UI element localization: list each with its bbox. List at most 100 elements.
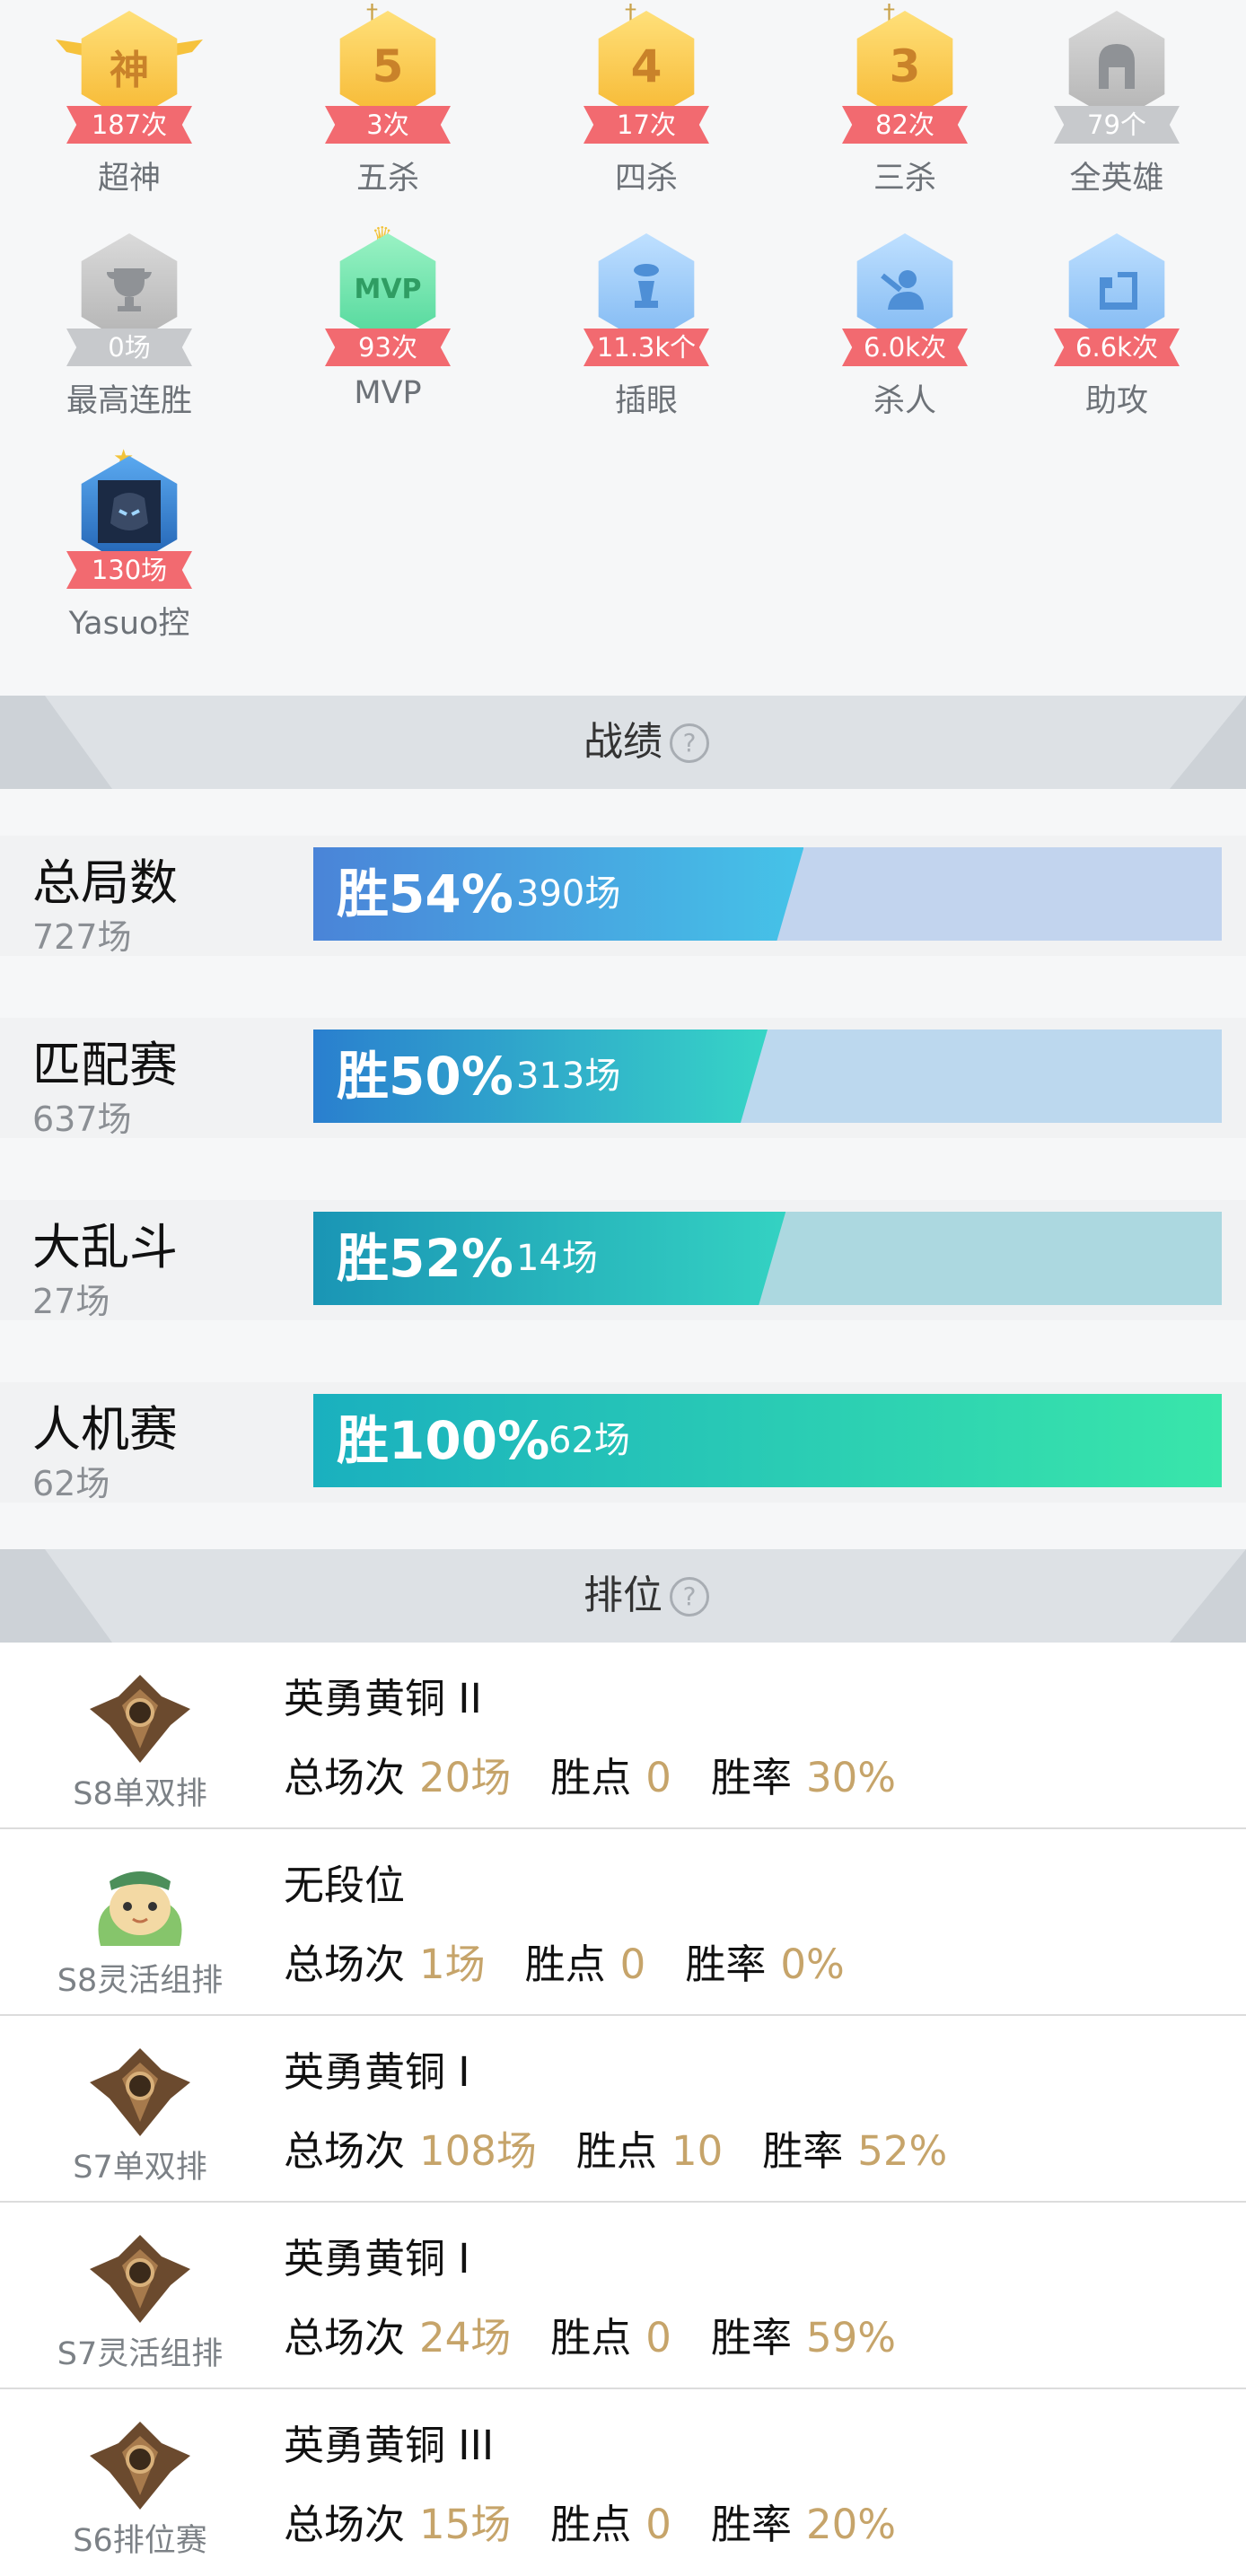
win-rate-value: 52%: [857, 2127, 948, 2175]
question-circle-icon[interactable]: ?: [670, 1577, 709, 1617]
badge-count: 187次: [66, 106, 192, 144]
queue-name: S8灵活组排: [57, 1963, 224, 1999]
badge-assists[interactable]: 6.6k次 助攻: [987, 223, 1246, 429]
total-games-value: 15场: [419, 2501, 512, 2548]
bronze-emblem-icon: [90, 2048, 190, 2136]
rank-item[interactable]: S7灵活组排 英勇黄铜 I 总场次 24场 胜点 0 胜率 59%: [0, 2203, 1246, 2389]
league-points-label: 胜点: [575, 2127, 657, 2175]
win-rate-value: 20%: [805, 2501, 896, 2548]
badge-count: 93次: [325, 329, 451, 366]
rank-tier: 无段位: [284, 1862, 406, 1909]
badge-label: MVP: [354, 375, 422, 411]
stat-name: 大乱斗: [32, 1219, 178, 1275]
badge-all-heroes[interactable]: 79个 全英雄: [987, 0, 1246, 206]
question-circle-icon[interactable]: ?: [670, 723, 709, 763]
stat-row-normal[interactable]: 匹配赛 637场 胜50% 313场: [0, 1018, 1246, 1139]
stat-games: 727场: [32, 917, 132, 957]
badge-penta-kill[interactable]: † 5 3次 五杀: [259, 0, 517, 206]
trophy-icon: [107, 268, 152, 311]
rank-stats-line: 总场次 24场 胜点 0 胜率 59%: [284, 2305, 935, 2363]
bronze-emblem-icon: [90, 1675, 190, 1763]
total-games-value: 24场: [419, 2314, 512, 2361]
badge-quadra-kill[interactable]: † 4 17次 四杀: [517, 0, 776, 206]
total-games-value: 1场: [419, 1941, 486, 1988]
stat-games: 637场: [32, 1100, 132, 1139]
stat-row-total[interactable]: 总局数 727场 胜54% 390场: [0, 836, 1246, 957]
badge-count: 11.3k个: [584, 329, 709, 366]
rank-stats-line: 总场次 20场 胜点 0 胜率 30%: [284, 1745, 935, 1803]
total-games-value: 108场: [419, 2127, 537, 2175]
win-count-text: 313场: [516, 1056, 621, 1097]
rank-tier: 英勇黄铜 II: [284, 1675, 482, 1722]
badge-count: 3次: [325, 106, 451, 144]
win-rate-value: 59%: [805, 2314, 896, 2361]
rank-list: S8单双排 英勇黄铜 II 总场次 20场 胜点 0 胜率 30% S8灵活组排 无段位 …: [0, 1643, 1246, 2576]
win-count-text: 62场: [548, 1420, 630, 1461]
win-rate-text: 胜50%: [337, 1046, 513, 1107]
triple-kill-badge-icon: 3: [856, 11, 953, 122]
stat-games: 27场: [32, 1282, 110, 1321]
badge-count: 17次: [584, 106, 709, 144]
rank-section-header: 排位 ?: [0, 1549, 1246, 1643]
badge-glyph: 5: [372, 40, 404, 92]
win-rate-value: 30%: [805, 1754, 896, 1801]
unranked-poro-icon: [98, 1871, 182, 1946]
total-games-label: 总场次: [284, 2501, 406, 2548]
total-games-label: 总场次: [284, 1941, 406, 1988]
badge-label: 全英雄: [1069, 161, 1164, 197]
queue-name: S6排位赛: [73, 2523, 207, 2559]
hero-portrait-badge-icon: [81, 456, 178, 567]
win-rate-value: 0%: [780, 1941, 845, 1988]
rank-stats-line: 总场次 108场 胜点 10 胜率 52%: [284, 2118, 987, 2177]
ward-icon: [634, 264, 659, 308]
queue-name: S8单双排: [73, 1776, 207, 1812]
section-title: 排位: [584, 1573, 662, 1618]
penta-kill-badge-icon: 5: [339, 11, 436, 122]
badge-wards[interactable]: 11.3k个 插眼: [517, 223, 776, 429]
achievement-badges: 神 187次 超神 † 5 3次 五杀 † 4 17次 四杀 † 3 82次 三…: [0, 0, 1246, 696]
badge-count: 82次: [842, 106, 968, 144]
badge-win-streak[interactable]: 0场 最高连胜: [0, 223, 259, 429]
stat-name: 匹配赛: [32, 1037, 178, 1093]
badge-glyph: 神: [110, 48, 149, 93]
stat-row-bots[interactable]: 人机赛 62场 胜100% 62场: [0, 1382, 1246, 1503]
league-points-value: 0: [645, 2314, 671, 2361]
win-rate-bar: 胜100% 62场: [313, 1394, 1222, 1487]
queue-name: S7单双排: [73, 2150, 207, 2186]
kill-badge-icon: [856, 233, 953, 345]
badge-mvp[interactable]: ♛ MVP 93次 MVP: [259, 223, 517, 429]
win-rate-bar: 胜52% 14场: [313, 1212, 1222, 1305]
total-games-label: 总场次: [284, 1754, 406, 1801]
assist-badge-icon: [1068, 233, 1165, 345]
rank-item[interactable]: S7单双排 英勇黄铜 I 总场次 108场 胜点 10 胜率 52%: [0, 2016, 1246, 2203]
league-points-label: 胜点: [550, 2501, 632, 2548]
badge-label: 超神: [97, 161, 161, 197]
rank-tier: 英勇黄铜 I: [284, 2235, 470, 2282]
badge-glyph: 4: [630, 40, 662, 92]
total-games-label: 总场次: [284, 2127, 406, 2175]
badge-count: 6.6k次: [1054, 329, 1180, 366]
badge-label: Yasuo控: [68, 606, 190, 642]
badge-hero-mastery[interactable]: ★ 130场 Yasuo控: [0, 445, 259, 652]
league-points-value: 0: [619, 1941, 646, 1988]
badge-label: 助攻: [1084, 383, 1148, 419]
stat-games: 62场: [32, 1464, 110, 1503]
rank-item[interactable]: S8单双排 英勇黄铜 II 总场次 20场 胜点 0 胜率 30%: [0, 1643, 1246, 1829]
win-count-text: 14场: [516, 1238, 598, 1279]
league-points-label: 胜点: [550, 2314, 632, 2361]
record-section-header: 战绩 ?: [0, 696, 1246, 789]
badge-count: 130场: [66, 551, 192, 589]
bronze-emblem-icon: [90, 2235, 190, 2323]
stat-row-aram[interactable]: 大乱斗 27场 胜52% 14场: [0, 1200, 1246, 1321]
rank-item[interactable]: S6排位赛 英勇黄铜 III 总场次 15场 胜点 0 胜率 20%: [0, 2389, 1246, 2576]
rank-item[interactable]: S8灵活组排 无段位 总场次 1场 胜点 0 胜率 0%: [0, 1829, 1246, 2016]
god-badge-icon: 神: [81, 11, 178, 122]
badge-count: 0场: [66, 329, 192, 366]
badge-legendary[interactable]: 神 187次 超神: [0, 0, 259, 206]
win-rate-text: 胜54%: [337, 863, 513, 924]
league-points-value: 10: [671, 2127, 724, 2175]
league-points-label: 胜点: [550, 1754, 632, 1801]
badge-count: 79个: [1054, 106, 1180, 144]
win-rate-label: 胜率: [710, 2314, 792, 2361]
win-rate-label: 胜率: [710, 1754, 792, 1801]
